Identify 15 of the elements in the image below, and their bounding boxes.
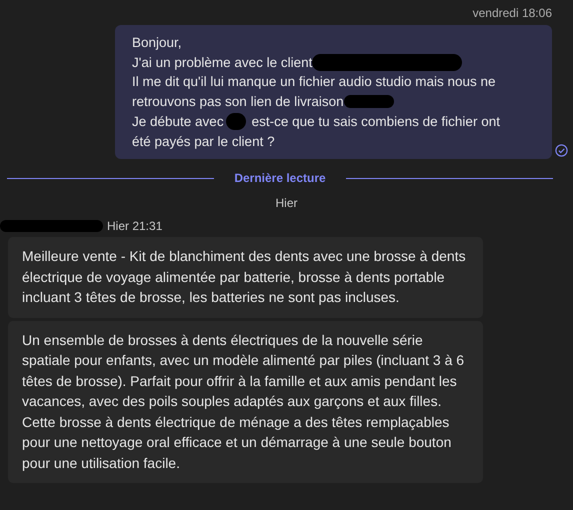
day-label: Hier [274,196,298,210]
redaction-mark [226,113,246,130]
message-text: J'ai un problème avec le client [132,54,312,72]
last-read-label: Dernière lecture [234,171,326,186]
message-text: Bonjour, [132,34,182,52]
message-text: Il me dit qu'il lui manque un fichier audio studio mais nous ne [132,73,496,92]
received-message: Un ensemble de brosses à dents électriques de la nouvelle série spatiale pour enfants, avec un modèle alimenté par piles (incluant 3 à 6 têtes de brosse). Parfait pour offrir à la famille et aux amis pendant les vacances, avec des poils souples adaptés aux garçons et aux filles. Cette brosse à dents électrique de ménage a des têtes remplaçables pour une nettoyage oral efficace et un démarrage à une seule bouton pour une utilisation facile. [8,320,483,484]
message-text: est-ce que tu sais combiens de fichier ont [252,112,500,131]
message-timestamp: Hier 21:31 [107,219,162,234]
message-text: Je débute avec [132,112,224,131]
received-message: Meilleure vente - Kit de blanchiment des dents avec une brosse à dents électrique de voyage alimentée par batterie, brosse à dents portable incluant 3 têtes de brosse, les batteries ne sont pas incluses. [8,237,483,318]
message-text: retrouvons pas son lien de livraison [132,93,344,112]
message-text: été payés par le client ? [132,132,275,151]
redaction-mark [344,95,394,108]
message-timestamp: vendredi 18:06 [472,6,552,20]
